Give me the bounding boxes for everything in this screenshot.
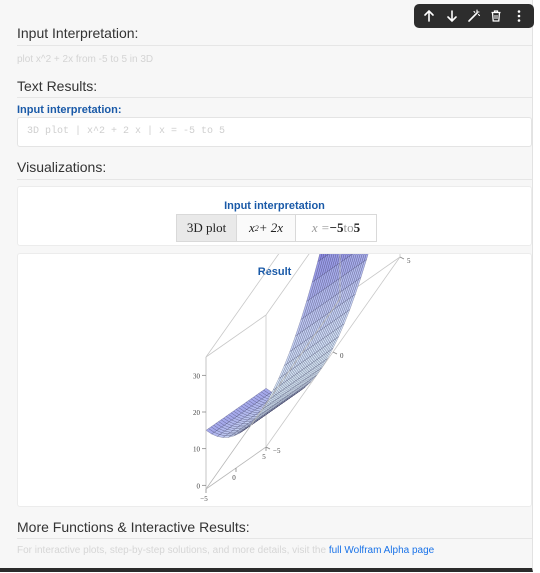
delete-button[interactable] (485, 5, 507, 27)
cell-toolbar (414, 4, 534, 28)
range-cell: x = −5 to 5 (296, 215, 376, 241)
divider (17, 97, 532, 98)
arrow-up-icon (424, 9, 434, 22)
range-to: 5 (353, 220, 361, 235)
z-tick-label: 30 (193, 372, 201, 380)
input-interpretation-card: Input interpretation 3D plot x2 + 2x x =… (17, 186, 532, 246)
y-tick-label: −5 (200, 495, 208, 503)
result-card: Result 0 10 20 30 −5 0 5 −5 0 5 (17, 253, 532, 507)
z-tick-label: 0 (197, 482, 201, 490)
edit-button[interactable] (463, 5, 485, 27)
function-rest: + 2x (258, 220, 284, 235)
visualizations-heading: Visualizations: (17, 159, 107, 175)
surface-plot: 0 10 20 30 −5 0 5 −5 0 5 (193, 254, 411, 503)
text-result-value: 3D plot | x^2 + 2 x | x = -5 to 5 (27, 126, 226, 137)
plot-type-cell: 3D plot (177, 215, 237, 241)
x-tick (332, 351, 338, 355)
text-results-heading: Text Results: (17, 78, 98, 94)
box-edge (205, 314, 267, 358)
more-functions-heading: More Functions & Interactive Results: (17, 519, 250, 535)
arrow-down-icon (446, 10, 457, 23)
move-up-button[interactable] (418, 5, 440, 27)
x-tick-label: 5 (407, 257, 411, 265)
y-tick-label: 0 (232, 474, 236, 482)
magic-wand-icon (468, 9, 481, 22)
divider (17, 179, 532, 180)
more-note-text: For interactive plots, step-by-step solu… (17, 545, 329, 556)
more-vertical-icon (517, 10, 521, 22)
text-result-box: 3D plot | x^2 + 2 x | x = -5 to 5 (17, 117, 532, 147)
z-tick-label: 20 (193, 409, 201, 417)
x-tick (265, 446, 271, 450)
query-text: plot x^2 + 2x from -5 to 5 in 3D (17, 54, 154, 65)
z-tick-label: 10 (193, 446, 201, 454)
range-to-word: to (343, 220, 354, 235)
range-from: −5 (329, 220, 344, 235)
box-edge (205, 298, 341, 490)
move-down-button[interactable] (441, 5, 463, 27)
x-tick-label: 0 (340, 352, 344, 360)
more-button[interactable] (508, 5, 530, 27)
range-prefix: x = (311, 220, 330, 235)
input-interpretation-table: 3D plot x2 + 2x x = −5 to 5 (176, 214, 377, 242)
x-tick-label: −5 (273, 447, 281, 455)
text-results-label: Input interpretation: (17, 104, 122, 116)
input-interpretation-heading: Input Interpretation: (17, 25, 139, 41)
x-tick (399, 256, 405, 260)
function-cell: x2 + 2x (237, 215, 296, 241)
wolfram-alpha-link[interactable]: full Wolfram Alpha page (329, 545, 434, 556)
divider (17, 45, 532, 46)
more-note: For interactive plots, step-by-step solu… (17, 545, 434, 556)
input-card-title: Input interpretation (224, 200, 325, 212)
divider (17, 538, 532, 539)
notebook-cell: Input Interpretation: plot x^2 + 2x from… (0, 0, 534, 572)
trash-icon (491, 10, 501, 22)
y-tick-label: 5 (262, 453, 266, 461)
